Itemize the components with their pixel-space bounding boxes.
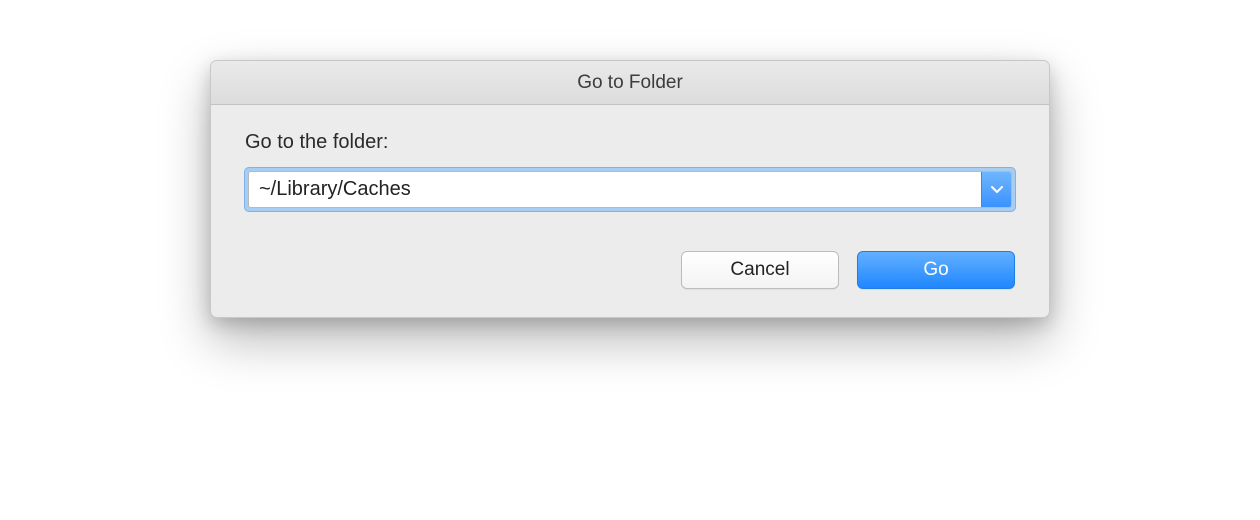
path-history-dropdown-button[interactable] <box>981 172 1011 207</box>
chevron-down-icon <box>991 182 1003 197</box>
prompt-label: Go to the folder: <box>245 131 1015 154</box>
path-combobox-focus-ring <box>245 168 1015 211</box>
path-combobox <box>248 171 1012 208</box>
dialog-body: Go to the folder: Cancel Go <box>211 105 1049 317</box>
dialog-title: Go to Folder <box>577 72 683 94</box>
go-to-folder-dialog: Go to Folder Go to the folder: Cancel Go <box>210 60 1050 318</box>
dialog-button-row: Cancel Go <box>245 251 1015 289</box>
folder-path-input[interactable] <box>249 172 981 207</box>
go-button[interactable]: Go <box>857 251 1015 289</box>
cancel-button[interactable]: Cancel <box>681 251 839 289</box>
dialog-titlebar: Go to Folder <box>211 61 1049 105</box>
